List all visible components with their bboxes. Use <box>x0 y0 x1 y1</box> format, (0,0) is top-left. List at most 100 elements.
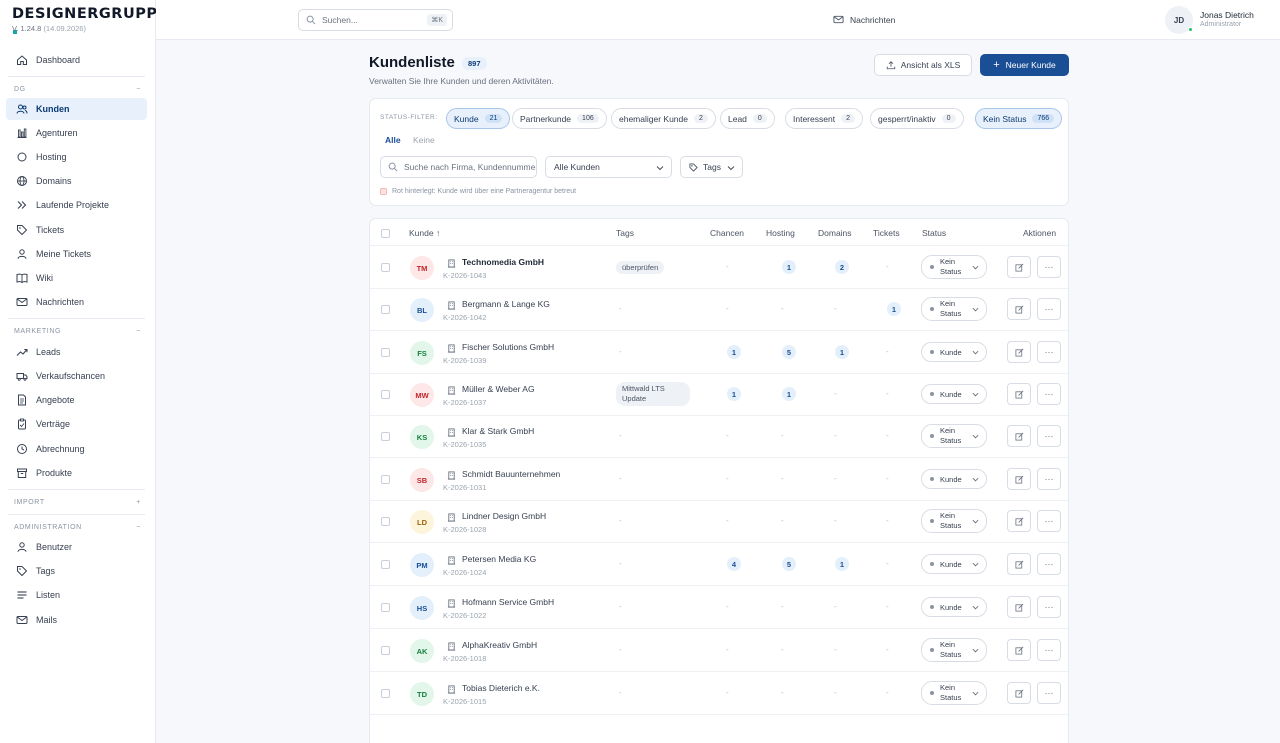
status-select[interactable]: Kein Status <box>921 509 987 533</box>
row-checkbox[interactable] <box>381 689 390 698</box>
customer-name[interactable]: Müller & Weber AG <box>462 384 535 394</box>
sidebar-item-marketing-2[interactable]: Angebote <box>6 389 147 411</box>
column-header-kunde[interactable]: Kunde ↑ <box>409 228 440 238</box>
status-chip[interactable]: Partnerkunde 106 <box>512 108 607 129</box>
status-select[interactable]: Kein Status <box>921 297 987 321</box>
table-row[interactable]: TM Technomedia GmbH K-2026-1043 überprüfen -… <box>370 246 1068 289</box>
select-none-link[interactable]: Keine <box>413 135 435 145</box>
row-checkbox[interactable] <box>381 646 390 655</box>
domains-count[interactable]: 1 <box>835 557 849 571</box>
table-row[interactable]: AK AlphaKreativ GmbH K-2026-1018 - - - - - Kein … <box>370 629 1068 672</box>
status-select[interactable]: Kunde <box>921 554 987 574</box>
table-row[interactable]: HS Hofmann Service GmbH K-2026-1022 - - - - - Ku… <box>370 586 1068 629</box>
sidebar-item-3[interactable]: Domains <box>6 170 147 192</box>
hosting-count[interactable]: 1 <box>782 387 796 401</box>
sidebar-item-0[interactable]: Kunden <box>6 98 147 120</box>
export-xls-button[interactable]: Ansicht als XLS <box>874 54 972 76</box>
row-checkbox[interactable] <box>381 305 390 314</box>
sidebar-section-dg[interactable]: DG − <box>14 83 141 95</box>
row-checkbox[interactable] <box>381 560 390 569</box>
section-toggle[interactable]: − <box>136 328 141 335</box>
edit-button[interactable] <box>1007 425 1031 447</box>
table-row[interactable]: BL Bergmann & Lange KG K-2026-1042 - - - - 1 Kei… <box>370 288 1068 331</box>
table-row[interactable]: SB Schmidt Bauunternehmen K-2026-1031 - - - - -… <box>370 458 1068 501</box>
user-avatar[interactable]: JD <box>1165 6 1193 34</box>
customer-search-input[interactable]: Suche nach Firma, Kundennummer <box>380 156 537 178</box>
edit-button[interactable] <box>1007 510 1031 532</box>
chancen-count[interactable]: 4 <box>727 557 741 571</box>
sidebar-item-1[interactable]: Agenturen <box>6 122 147 144</box>
more-actions-button[interactable]: ··· <box>1037 425 1061 447</box>
column-header-domains[interactable]: Domains <box>818 228 852 238</box>
column-header-tickets[interactable]: Tickets <box>873 228 900 238</box>
section-toggle[interactable]: + <box>136 499 141 506</box>
more-actions-button[interactable]: ··· <box>1037 298 1061 320</box>
user-name[interactable]: Jonas Dietrich <box>1200 10 1254 20</box>
customer-tag[interactable]: überprüfen <box>616 261 665 274</box>
status-select[interactable]: Kein Status <box>921 424 987 448</box>
sidebar-section-administration[interactable]: ADMINISTRATION − <box>14 521 141 533</box>
more-actions-button[interactable]: ··· <box>1037 639 1061 661</box>
sidebar-item-6[interactable]: Meine Tickets <box>6 243 147 265</box>
customer-name[interactable]: Hofmann Service GmbH <box>462 597 554 607</box>
global-search-input[interactable]: Suchen... ⌘K <box>298 9 453 31</box>
sidebar-item-marketing-1[interactable]: Verkaufschancen <box>6 365 147 387</box>
sidebar-item-7[interactable]: Wiki <box>6 267 147 289</box>
domains-count[interactable]: 1 <box>835 345 849 359</box>
tickets-count[interactable]: 1 <box>887 302 901 316</box>
sidebar-item-marketing-4[interactable]: Abrechnung <box>6 438 147 460</box>
customer-name[interactable]: Bergmann & Lange KG <box>462 299 550 309</box>
sidebar-item-marketing-0[interactable]: Leads <box>6 341 147 363</box>
status-select[interactable]: Kunde <box>921 384 987 404</box>
status-select[interactable]: Kein Status <box>921 255 987 279</box>
status-select[interactable]: Kein Status <box>921 638 987 662</box>
more-actions-button[interactable]: ··· <box>1037 341 1061 363</box>
hosting-count[interactable]: 5 <box>782 345 796 359</box>
customer-name[interactable]: Petersen Media KG <box>462 554 536 564</box>
sidebar-item-marketing-5[interactable]: Produkte <box>6 462 147 484</box>
hosting-count[interactable]: 1 <box>782 260 796 274</box>
domains-count[interactable]: 2 <box>835 260 849 274</box>
sidebar-item-admin-0[interactable]: Benutzer <box>6 536 147 558</box>
row-checkbox[interactable] <box>381 348 390 357</box>
table-row[interactable]: PM Petersen Media KG K-2026-1024 - 4 5 1 - Kunde… <box>370 543 1068 586</box>
edit-button[interactable] <box>1007 468 1031 490</box>
column-header-status[interactable]: Status <box>922 228 946 238</box>
row-checkbox[interactable] <box>381 263 390 272</box>
sidebar-section-import[interactable]: IMPORT + <box>14 496 141 508</box>
select-all-checkbox[interactable] <box>381 229 390 238</box>
row-checkbox[interactable] <box>381 517 390 526</box>
table-row[interactable]: LD Lindner Design GmbH K-2026-1028 - - - - - Kei… <box>370 500 1068 543</box>
sidebar-item-admin-2[interactable]: Listen <box>6 584 147 606</box>
row-checkbox[interactable] <box>381 475 390 484</box>
new-customer-button[interactable]: + Neuer Kunde <box>980 54 1069 76</box>
status-select[interactable]: Kunde <box>921 597 987 617</box>
customer-name[interactable]: Schmidt Bauunternehmen <box>462 469 560 479</box>
customer-name[interactable]: AlphaKreativ GmbH <box>462 640 537 650</box>
status-chip[interactable]: Interessent 2 <box>785 108 863 129</box>
edit-button[interactable] <box>1007 553 1031 575</box>
customer-name[interactable]: Fischer Solutions GmbH <box>462 342 554 352</box>
more-actions-button[interactable]: ··· <box>1037 510 1061 532</box>
section-toggle[interactable]: − <box>136 86 141 93</box>
table-row[interactable]: TD Tobias Dieterich e.K. K-2026-1015 - - - - - K… <box>370 672 1068 715</box>
customer-name[interactable]: Tobias Dieterich e.K. <box>462 683 540 693</box>
status-chip[interactable]: Kein Status 766 <box>975 108 1063 129</box>
more-actions-button[interactable]: ··· <box>1037 468 1061 490</box>
status-chip[interactable]: ehemaliger Kunde 2 <box>611 108 716 129</box>
select-all-link[interactable]: Alle <box>385 135 401 145</box>
customer-name[interactable]: Technomedia GmbH <box>462 257 544 267</box>
status-select[interactable]: Kein Status <box>921 681 987 705</box>
section-toggle[interactable]: − <box>136 524 141 531</box>
tags-filter-dropdown[interactable]: Tags <box>680 156 743 178</box>
edit-button[interactable] <box>1007 341 1031 363</box>
sidebar-item-admin-3[interactable]: Mails <box>6 609 147 631</box>
status-select[interactable]: Kunde <box>921 469 987 489</box>
more-actions-button[interactable]: ··· <box>1037 256 1061 278</box>
customer-scope-select[interactable]: Alle Kunden <box>545 156 672 178</box>
row-checkbox[interactable] <box>381 390 390 399</box>
more-actions-button[interactable]: ··· <box>1037 682 1061 704</box>
column-header-chancen[interactable]: Chancen <box>710 228 744 238</box>
status-chip[interactable]: Lead 0 <box>720 108 775 129</box>
row-checkbox[interactable] <box>381 603 390 612</box>
